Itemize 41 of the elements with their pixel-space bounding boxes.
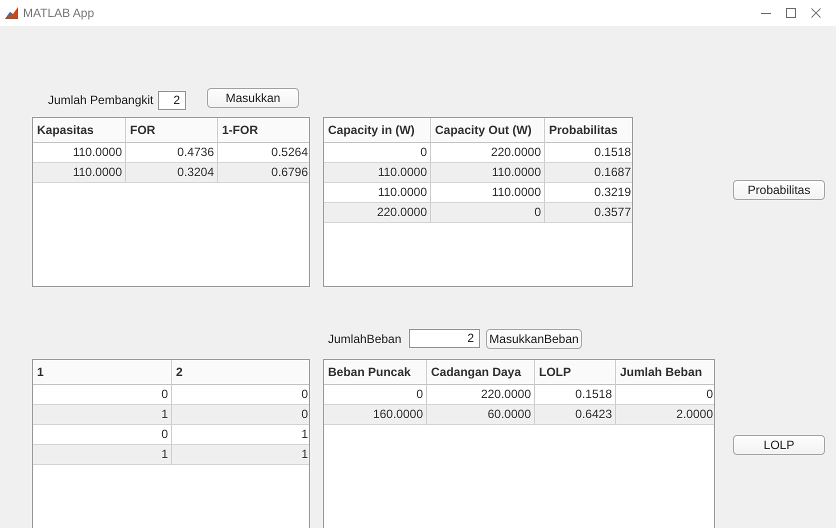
number-field[interactable]: 2 [409,329,480,348]
column-header: 1 [33,360,172,385]
app-icon [5,7,18,19]
action-button[interactable]: LOLP [733,435,825,455]
table-cell: 1 [33,445,172,465]
column-header: Beban Puncak [324,360,427,385]
maximize-icon[interactable] [785,7,797,19]
table-cell: 0.6796 [218,163,309,183]
table-cell: 0.3577 [545,203,632,223]
column-header: 2 [172,360,309,385]
number-field[interactable]: 2 [158,90,186,110]
table-cell: 0 [431,203,545,223]
action-button[interactable]: Probabilitas [733,180,825,200]
table-cell: 110.0000 [431,163,545,183]
table-cell: 160.0000 [324,405,427,425]
table-cell: 110.0000 [33,163,126,183]
column-header: FOR [126,118,218,143]
close-icon[interactable] [810,7,822,19]
column-header: Cadangan Daya [427,360,535,385]
column-header: Capacity Out (W) [431,118,545,143]
column-header: Probabilitas [545,118,632,143]
table-cell: 1 [172,445,309,465]
table-cell: 60.0000 [427,405,535,425]
table-cell: 2.0000 [616,405,714,425]
field-label: JumlahBeban [328,332,402,346]
submit-button[interactable]: Masukkan [207,88,299,108]
column-header: Kapasitas [33,118,126,143]
submit-button[interactable]: MasukkanBeban [486,328,582,348]
column-header: Capacity in (W) [324,118,431,143]
table-cell: 0.3204 [126,163,218,183]
field-label: Jumlah Pembangkit [48,93,151,107]
window-title: MATLAB App [23,6,94,20]
table-cell: 0.1687 [545,163,632,183]
table-cell: 0.6423 [535,405,616,425]
column-header: Jumlah Beban [616,360,714,385]
table-cell: 1 [33,405,172,425]
column-header: 1-FOR [218,118,309,143]
table-cell: 110.0000 [324,163,431,183]
table-cell: 0 [172,405,309,425]
table-cell: 220.0000 [324,203,431,223]
column-header: LOLP [535,360,616,385]
